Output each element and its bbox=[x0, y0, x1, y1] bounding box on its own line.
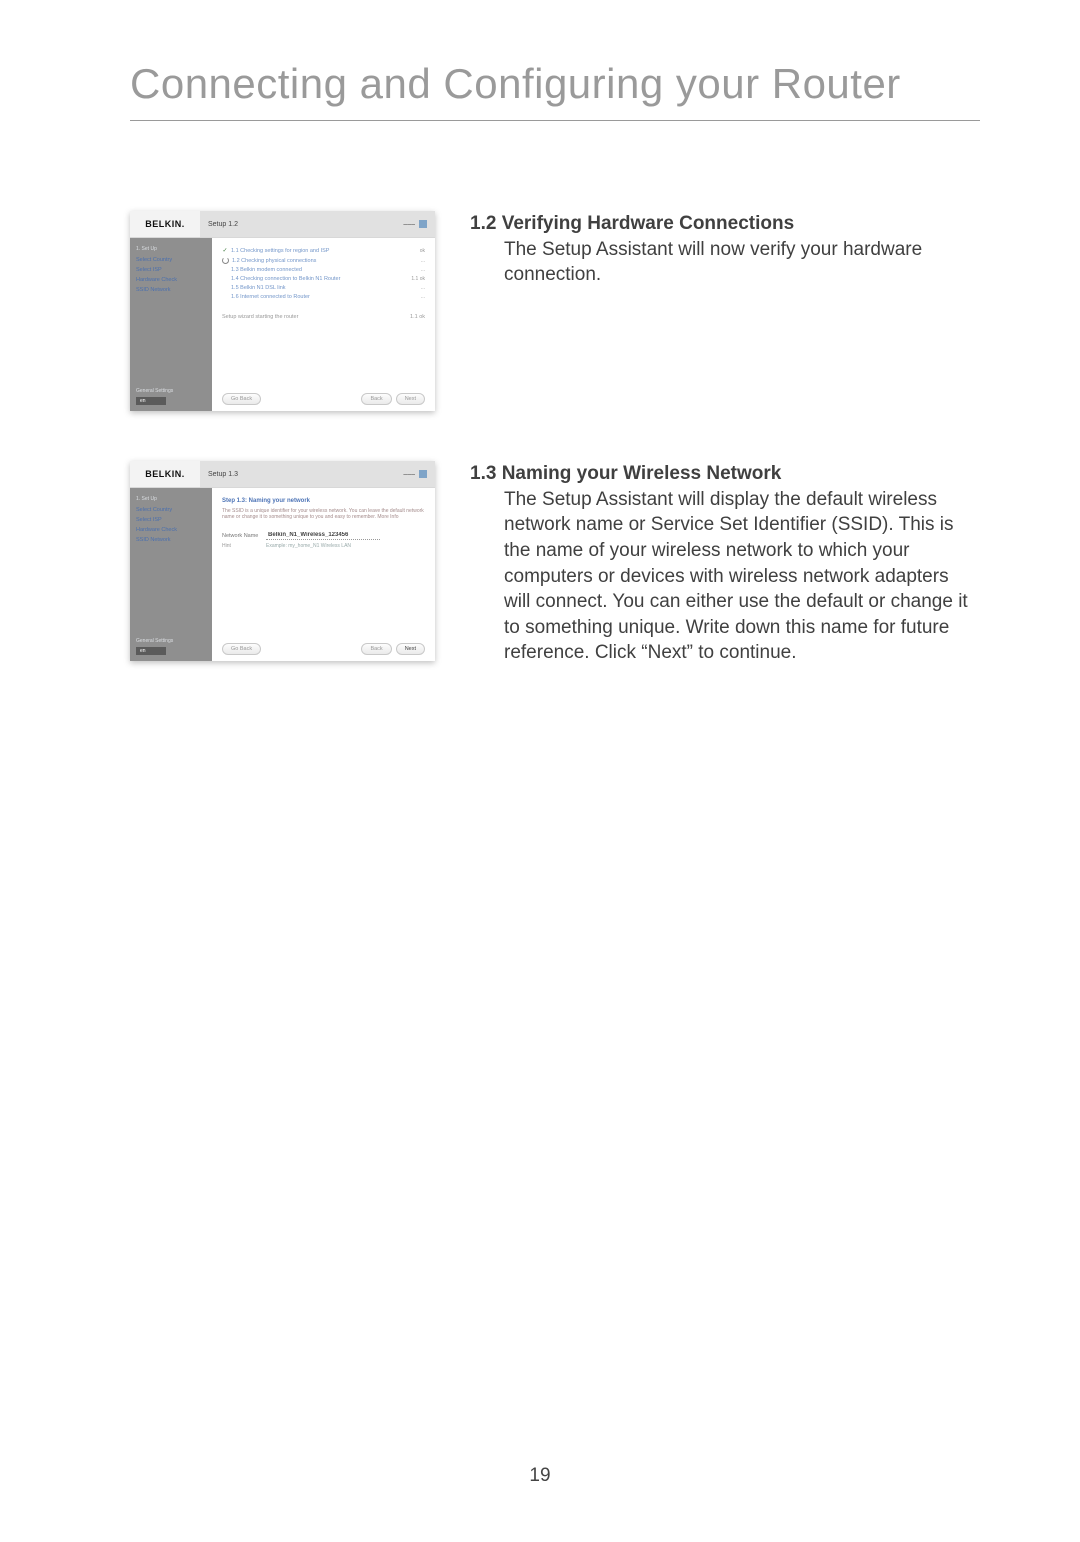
button-row: Go Back Back Next bbox=[222, 385, 425, 405]
section-1-3-text: 1.3 Naming your Wireless Network The Set… bbox=[470, 461, 980, 666]
shot-window-title: Setup 1.3 ––– bbox=[200, 461, 435, 487]
checklist-status: ... bbox=[421, 285, 425, 291]
section-heading: Naming your Wireless Network bbox=[502, 463, 782, 484]
go-back-button[interactable]: Go Back bbox=[222, 393, 261, 405]
sidebar-group-general: General Settings bbox=[136, 638, 173, 644]
back-button[interactable]: Back bbox=[361, 393, 391, 405]
sidebar-group-setup: 1. Set Up bbox=[136, 496, 206, 502]
sidebar-link-hwcheck[interactable]: Hardware Check bbox=[136, 527, 206, 533]
ssid-description-text: The SSID is a unique identifier for your… bbox=[222, 508, 424, 520]
shot-main-hardware: ✓1.1 Checking settings for region and IS… bbox=[212, 238, 435, 411]
sidebar-link-isp[interactable]: Select ISP bbox=[136, 267, 206, 273]
screenshot-ssid: BELKIN. Setup 1.3 ––– 1. Set Up Select C… bbox=[130, 461, 435, 661]
hardware-checklist: ✓1.1 Checking settings for region and IS… bbox=[222, 248, 425, 300]
section-body: The Setup Assistant will display the def… bbox=[504, 487, 980, 666]
check-icon: ✓ bbox=[222, 248, 228, 254]
network-name-row: Network Name bbox=[222, 532, 425, 540]
sidebar-link-hwcheck[interactable]: Hardware Check bbox=[136, 277, 206, 283]
section-body: The Setup Assistant will now verify your… bbox=[504, 237, 980, 288]
shot-body: 1. Set Up Select Country Select ISP Hard… bbox=[130, 488, 435, 661]
checklist-text: 1.4 Checking connection to Belkin N1 Rou… bbox=[231, 276, 340, 282]
sidebar-bottom: General Settings en bbox=[136, 388, 173, 405]
language-selector[interactable]: en bbox=[136, 397, 166, 405]
shot-titlebar: BELKIN. Setup 1.2 ––– bbox=[130, 211, 435, 238]
section-1-2-text: 1.2 Verifying Hardware Connections The S… bbox=[470, 211, 980, 288]
checklist-text: 1.2 Checking physical connections bbox=[232, 258, 316, 264]
section-heading: Verifying Hardware Connections bbox=[502, 213, 794, 234]
hint-label: Hint bbox=[222, 543, 260, 549]
checklist-status: ok bbox=[420, 248, 425, 254]
sidebar-link-country[interactable]: Select Country bbox=[136, 507, 206, 513]
progress-label: Setup wizard starting the router bbox=[222, 314, 298, 320]
shot-window-title-text: Setup 1.3 bbox=[208, 471, 238, 478]
sidebar-link-isp[interactable]: Select ISP bbox=[136, 517, 206, 523]
section-number: 1.2 bbox=[470, 211, 496, 237]
hint-row: Hint Example: my_home_N1 Wireless LAN bbox=[222, 543, 425, 549]
next-button[interactable]: Next bbox=[396, 393, 425, 405]
sidebar-group-setup: 1. Set Up bbox=[136, 246, 206, 252]
sidebar-bottom: General Settings en bbox=[136, 638, 173, 655]
language-selector[interactable]: en bbox=[136, 647, 166, 655]
shot-sidebar: 1. Set Up Select Country Select ISP Hard… bbox=[130, 488, 212, 661]
shot-sidebar: 1. Set Up Select Country Select ISP Hard… bbox=[130, 238, 212, 411]
ssid-description: The SSID is a unique identifier for your… bbox=[222, 508, 425, 520]
checklist-status: ... bbox=[421, 294, 425, 300]
shot-window-title-text: Setup 1.2 bbox=[208, 221, 238, 228]
checklist-text: 1.6 Internet connected to Router bbox=[231, 294, 310, 300]
section-1-2: BELKIN. Setup 1.2 ––– 1. Set Up Select C… bbox=[130, 211, 980, 411]
shot-body: 1. Set Up Select Country Select ISP Hard… bbox=[130, 238, 435, 411]
checklist-text: 1.1 Checking settings for region and ISP bbox=[231, 248, 329, 254]
checklist-text: 1.5 Belkin N1 DSL link bbox=[231, 285, 286, 291]
checklist-row: ✓1.1 Checking settings for region and IS… bbox=[222, 248, 425, 254]
checklist-status: 1.1 ok bbox=[411, 276, 425, 282]
section-number: 1.3 bbox=[470, 461, 496, 487]
close-icon[interactable] bbox=[419, 470, 427, 478]
progress-row: Setup wizard starting the router 1.1 ok bbox=[222, 314, 425, 320]
back-button[interactable]: Back bbox=[361, 643, 391, 655]
minimize-icon[interactable]: ––– bbox=[403, 221, 415, 228]
belkin-logo: BELKIN. bbox=[130, 461, 200, 487]
checklist-text: 1.3 Belkin modem connected bbox=[231, 267, 302, 273]
button-row: Go Back Back Next bbox=[222, 635, 425, 655]
screenshot-hardware-check: BELKIN. Setup 1.2 ––– 1. Set Up Select C… bbox=[130, 211, 435, 411]
sidebar-link-country[interactable]: Select Country bbox=[136, 257, 206, 263]
close-icon[interactable] bbox=[419, 220, 427, 228]
shot-titlebar: BELKIN. Setup 1.3 ––– bbox=[130, 461, 435, 488]
section-1-3: BELKIN. Setup 1.3 ––– 1. Set Up Select C… bbox=[130, 461, 980, 666]
checklist-row: •1.6 Internet connected to Router ... bbox=[222, 294, 425, 300]
network-name-input[interactable] bbox=[266, 532, 380, 540]
page: Connecting and Configuring your Router B… bbox=[0, 0, 1080, 1542]
belkin-logo: BELKIN. bbox=[130, 211, 200, 237]
network-name-label: Network Name bbox=[222, 533, 260, 539]
minimize-icon[interactable]: ––– bbox=[403, 471, 415, 478]
page-number: 19 bbox=[0, 1465, 1080, 1487]
shot-main-ssid: Step 1.3: Naming your network The SSID i… bbox=[212, 488, 435, 661]
checklist-status: ... bbox=[421, 267, 425, 273]
shot-window-title: Setup 1.2 ––– bbox=[200, 211, 435, 237]
sidebar-link-ssid[interactable]: SSID Network bbox=[136, 537, 206, 543]
sidebar-group-general: General Settings bbox=[136, 388, 173, 394]
checklist-row: 1.2 Checking physical connections ... bbox=[222, 257, 425, 264]
progress-status: 1.1 ok bbox=[410, 314, 425, 320]
hint-text: Example: my_home_N1 Wireless LAN bbox=[266, 543, 351, 549]
sidebar-link-ssid[interactable]: SSID Network bbox=[136, 287, 206, 293]
next-button[interactable]: Next bbox=[396, 643, 425, 655]
page-title: Connecting and Configuring your Router bbox=[130, 60, 980, 121]
checklist-row: •1.4 Checking connection to Belkin N1 Ro… bbox=[222, 276, 425, 282]
shot-window-controls: ––– bbox=[403, 470, 427, 478]
go-back-button[interactable]: Go Back bbox=[222, 643, 261, 655]
checklist-status: ... bbox=[421, 258, 425, 264]
shot-window-controls: ––– bbox=[403, 220, 427, 228]
spinner-icon bbox=[222, 257, 229, 264]
ssid-step-header: Step 1.3: Naming your network bbox=[222, 498, 425, 504]
checklist-row: •1.5 Belkin N1 DSL link ... bbox=[222, 285, 425, 291]
checklist-row: •1.3 Belkin modem connected ... bbox=[222, 267, 425, 273]
